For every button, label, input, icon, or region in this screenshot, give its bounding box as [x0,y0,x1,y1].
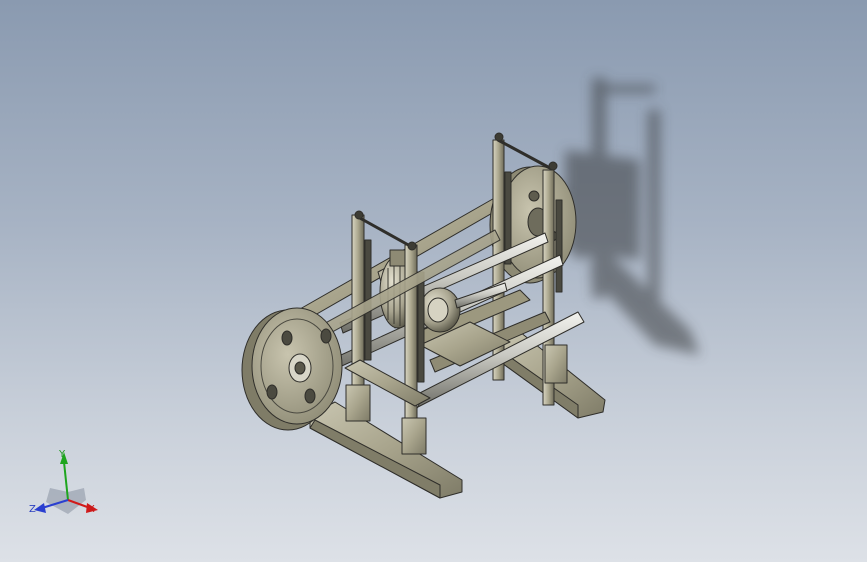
front-base-beam[interactable] [309,401,463,499]
sawmill-model[interactable] [241,132,606,499]
triad-graphic [34,452,98,514]
rear-screw-right[interactable] [555,199,563,293]
model-shadow [560,78,700,355]
front-bolt-right [407,241,417,251]
triad-x-label: X [88,504,95,515]
triad-y-label: Y [59,449,66,460]
rear-bolt-left [494,132,504,142]
front-screw-right[interactable] [417,271,425,383]
triad-z-label: Z [29,504,36,515]
sawmill-model-scene[interactable] [0,0,867,562]
front-bolt-left [354,210,364,220]
rear-top-bar[interactable] [497,138,551,170]
rear-right-footing [544,344,568,384]
rear-bolt-right [548,161,558,171]
front-right-footing [401,417,427,455]
front-left-footing [345,384,371,422]
orientation-triad[interactable]: Y X Z [24,448,108,524]
graphics-viewport[interactable]: Y X Z [0,0,867,562]
